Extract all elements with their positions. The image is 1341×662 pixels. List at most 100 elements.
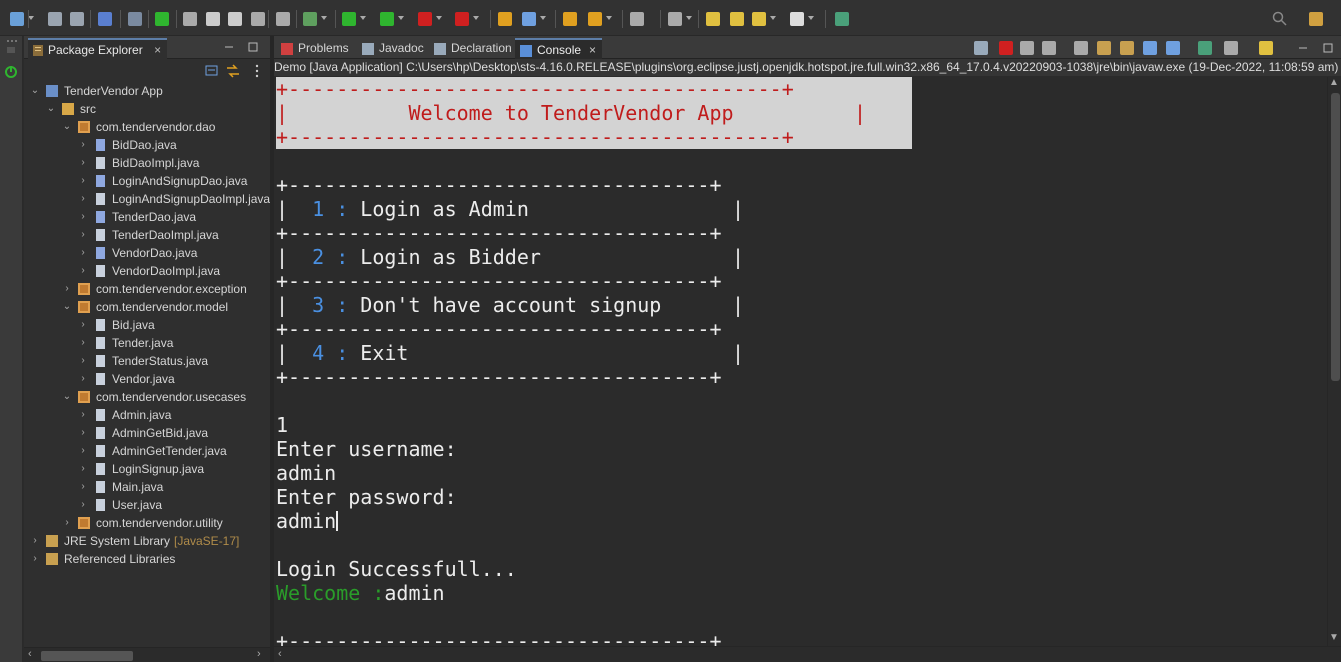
dropdown-caret-icon[interactable] (321, 16, 327, 20)
tab-javadoc[interactable]: Javadoc (357, 38, 430, 59)
minimize-icon[interactable] (224, 42, 234, 52)
chevron-right-icon[interactable]: › (78, 496, 88, 514)
chevron-right-icon[interactable]: › (30, 550, 40, 568)
remove-launch-icon[interactable] (1020, 41, 1034, 55)
maximize-icon[interactable] (1323, 43, 1333, 53)
new-console-icon[interactable] (1198, 41, 1212, 55)
tree-item[interactable]: › Tender.java (24, 334, 270, 352)
dropdown-caret-icon[interactable] (473, 16, 479, 20)
forward-icon[interactable] (790, 12, 804, 26)
console-vscrollbar[interactable]: ▲ ▼ (1327, 77, 1341, 646)
tree-item[interactable]: › Referenced Libraries (24, 550, 270, 568)
run-icon[interactable] (342, 12, 356, 26)
scroll-up-icon[interactable]: ▲ (1329, 77, 1339, 88)
tree-item[interactable]: › VendorDao.java (24, 244, 270, 262)
chevron-right-icon[interactable]: › (78, 478, 88, 496)
chevron-right-icon[interactable]: › (78, 262, 88, 280)
annotation-icon[interactable] (668, 12, 682, 26)
search-tasks-icon[interactable] (588, 12, 602, 26)
pin-console-icon[interactable] (974, 41, 988, 55)
scroll-thumb[interactable] (41, 651, 133, 661)
open-console-icon[interactable] (98, 12, 112, 26)
remove-all-terminated-icon[interactable] (1042, 41, 1056, 55)
tree-item[interactable]: › AdminGetBid.java (24, 424, 270, 442)
tree-item[interactable]: › com.tendervendor.exception (24, 280, 270, 298)
prev-edit-location-icon[interactable] (706, 12, 720, 26)
close-icon[interactable]: × (154, 43, 161, 57)
dropdown-caret-icon[interactable] (398, 16, 404, 20)
chevron-down-icon[interactable]: ⌄ (30, 82, 40, 100)
new-java-project-icon[interactable] (498, 12, 512, 26)
scroll-left-icon[interactable]: ‹ (28, 648, 32, 660)
collapse-all-icon[interactable] (204, 63, 220, 79)
debug-icon[interactable] (303, 12, 317, 26)
dropdown-caret-icon[interactable] (770, 16, 776, 20)
terminate-icon[interactable] (999, 41, 1013, 55)
perspective-icon[interactable] (835, 12, 849, 26)
tree-item[interactable]: ⌄ com.tendervendor.model (24, 298, 270, 316)
chevron-right-icon[interactable]: › (78, 316, 88, 334)
tree-item[interactable]: › LoginAndSignupDao.java (24, 172, 270, 190)
scroll-thumb[interactable] (1331, 93, 1340, 381)
tab-console[interactable]: Console × (515, 38, 603, 59)
tree-item[interactable]: ⌄ TenderVendor App (24, 82, 270, 100)
tree-item[interactable]: › TenderStatus.java (24, 352, 270, 370)
chevron-right-icon[interactable]: › (78, 226, 88, 244)
minimize-icon[interactable] (1298, 43, 1308, 53)
tree-item[interactable]: › com.tendervendor.utility (24, 514, 270, 532)
quick-access-search-icon[interactable] (1272, 11, 1288, 27)
chevron-right-icon[interactable]: › (78, 424, 88, 442)
chevron-right-icon[interactable]: › (78, 406, 88, 424)
power-icon[interactable] (155, 12, 169, 26)
console-hscrollbar[interactable]: ‹ (274, 646, 1341, 662)
chevron-right-icon[interactable]: › (78, 244, 88, 262)
scroll-lock-icon[interactable] (1074, 41, 1088, 55)
tree-item[interactable]: › LoginAndSignupDaoImpl.java (24, 190, 270, 208)
chevron-down-icon[interactable]: ⌄ (62, 298, 72, 316)
tree-item[interactable]: › Bid.java (24, 316, 270, 334)
chevron-right-icon[interactable]: › (78, 370, 88, 388)
tab-package-explorer[interactable]: Package Explorer × (28, 38, 168, 59)
tree-item[interactable]: ⌄ src (24, 100, 270, 118)
chevron-right-icon[interactable]: › (62, 280, 72, 298)
close-icon[interactable]: × (589, 43, 596, 57)
tree-item[interactable]: ⌄ com.tendervendor.usecases (24, 388, 270, 406)
word-wrap-icon[interactable] (1097, 41, 1111, 55)
chevron-down-icon[interactable]: ⌄ (62, 118, 72, 136)
stop-icon[interactable] (418, 12, 432, 26)
dropdown-caret-icon[interactable] (606, 16, 612, 20)
edit-icon[interactable] (206, 12, 220, 26)
tab-problems[interactable]: Problems (276, 38, 355, 59)
scroll-right-icon[interactable]: › (257, 648, 261, 660)
search-icon[interactable] (128, 12, 142, 26)
chevron-right-icon[interactable]: › (62, 514, 72, 532)
show-on-stdout-icon[interactable] (1120, 41, 1134, 55)
dropdown-caret-icon[interactable] (540, 16, 546, 20)
maximize-icon[interactable] (248, 42, 258, 52)
import-icon[interactable] (228, 12, 242, 26)
tree-item[interactable]: › BidDao.java (24, 136, 270, 154)
chevron-right-icon[interactable]: › (78, 442, 88, 460)
dropdown-caret-icon[interactable] (808, 16, 814, 20)
chevron-down-icon[interactable]: ⌄ (62, 388, 72, 406)
chevron-right-icon[interactable]: › (78, 208, 88, 226)
console-output[interactable]: +---------------------------------------… (276, 77, 1326, 646)
chevron-right-icon[interactable]: › (78, 136, 88, 154)
chevron-down-icon[interactable]: ⌄ (46, 100, 56, 118)
dropdown-caret-icon[interactable] (436, 16, 442, 20)
new-icon[interactable] (10, 12, 24, 26)
skip-breakpoints-icon[interactable] (183, 12, 197, 26)
run-as-icon[interactable] (380, 12, 394, 26)
save-all-icon[interactable] (70, 12, 84, 26)
java-perspective-icon[interactable] (1309, 12, 1323, 26)
tab-declaration[interactable]: Declaration (429, 38, 518, 59)
save-icon[interactable] (48, 12, 62, 26)
chevron-right-icon[interactable]: › (78, 190, 88, 208)
view-menu-icon[interactable] (253, 63, 261, 79)
tree-item[interactable]: › Admin.java (24, 406, 270, 424)
open-type-icon[interactable] (563, 12, 577, 26)
external-tools-icon[interactable] (455, 12, 469, 26)
scroll-left-icon[interactable]: ‹ (278, 648, 282, 660)
open-task-icon[interactable] (630, 12, 644, 26)
new-package-icon[interactable] (522, 12, 536, 26)
